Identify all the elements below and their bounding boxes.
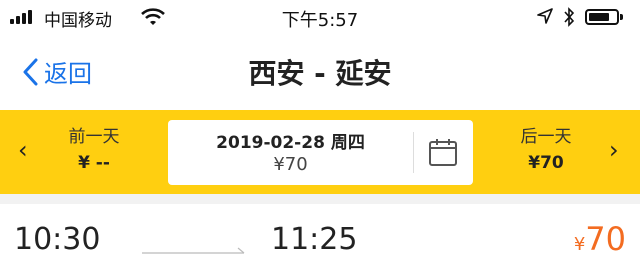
current-date-card[interactable]: 2019-02-28 周四 ¥70 — [168, 120, 473, 185]
price-value: 70 — [585, 220, 626, 258]
bluetooth-icon — [564, 7, 575, 27]
location-arrow-icon — [537, 8, 553, 24]
next-day-price: ¥70 — [528, 153, 564, 173]
ticket-price: ¥70 — [574, 220, 626, 258]
price-currency: ¥ — [573, 234, 586, 255]
current-date: 2019-02-28 周四 — [216, 133, 365, 153]
page-title: 西安 - 延安 — [248, 57, 392, 90]
train-list-item[interactable]: 10:30 11:25 ¥70 — [0, 204, 640, 258]
calendar-icon[interactable] — [428, 137, 458, 167]
next-day-label: 后一天 — [520, 127, 572, 147]
next-day-arrow-icon[interactable]: › — [609, 136, 619, 164]
arrival-time: 11:25 — [271, 222, 358, 257]
current-date-price: ¥70 — [273, 154, 308, 175]
battery-icon — [585, 9, 619, 25]
battery-cap — [620, 14, 623, 20]
date-selector-bar: ‹ 前一天 ¥ -- 2019-02-28 周四 ¥70 后一天 ¥70 › — [0, 110, 640, 194]
prev-day-button[interactable]: 前一天 ¥ -- — [44, 122, 144, 173]
route-arrow-icon — [142, 247, 245, 254]
departure-time: 10:30 — [14, 222, 101, 257]
status-bar: 中国移动 下午5:57 — [0, 0, 640, 36]
prev-day-arrow-icon[interactable]: ‹ — [18, 136, 28, 164]
date-card-divider — [413, 132, 414, 173]
next-day-button[interactable]: 后一天 ¥70 — [496, 122, 596, 173]
section-separator — [0, 194, 640, 204]
navigation-bar: 返回 西安 - 延安 — [0, 36, 640, 108]
prev-day-label: 前一天 — [68, 127, 120, 147]
prev-day-price: ¥ -- — [78, 153, 110, 173]
